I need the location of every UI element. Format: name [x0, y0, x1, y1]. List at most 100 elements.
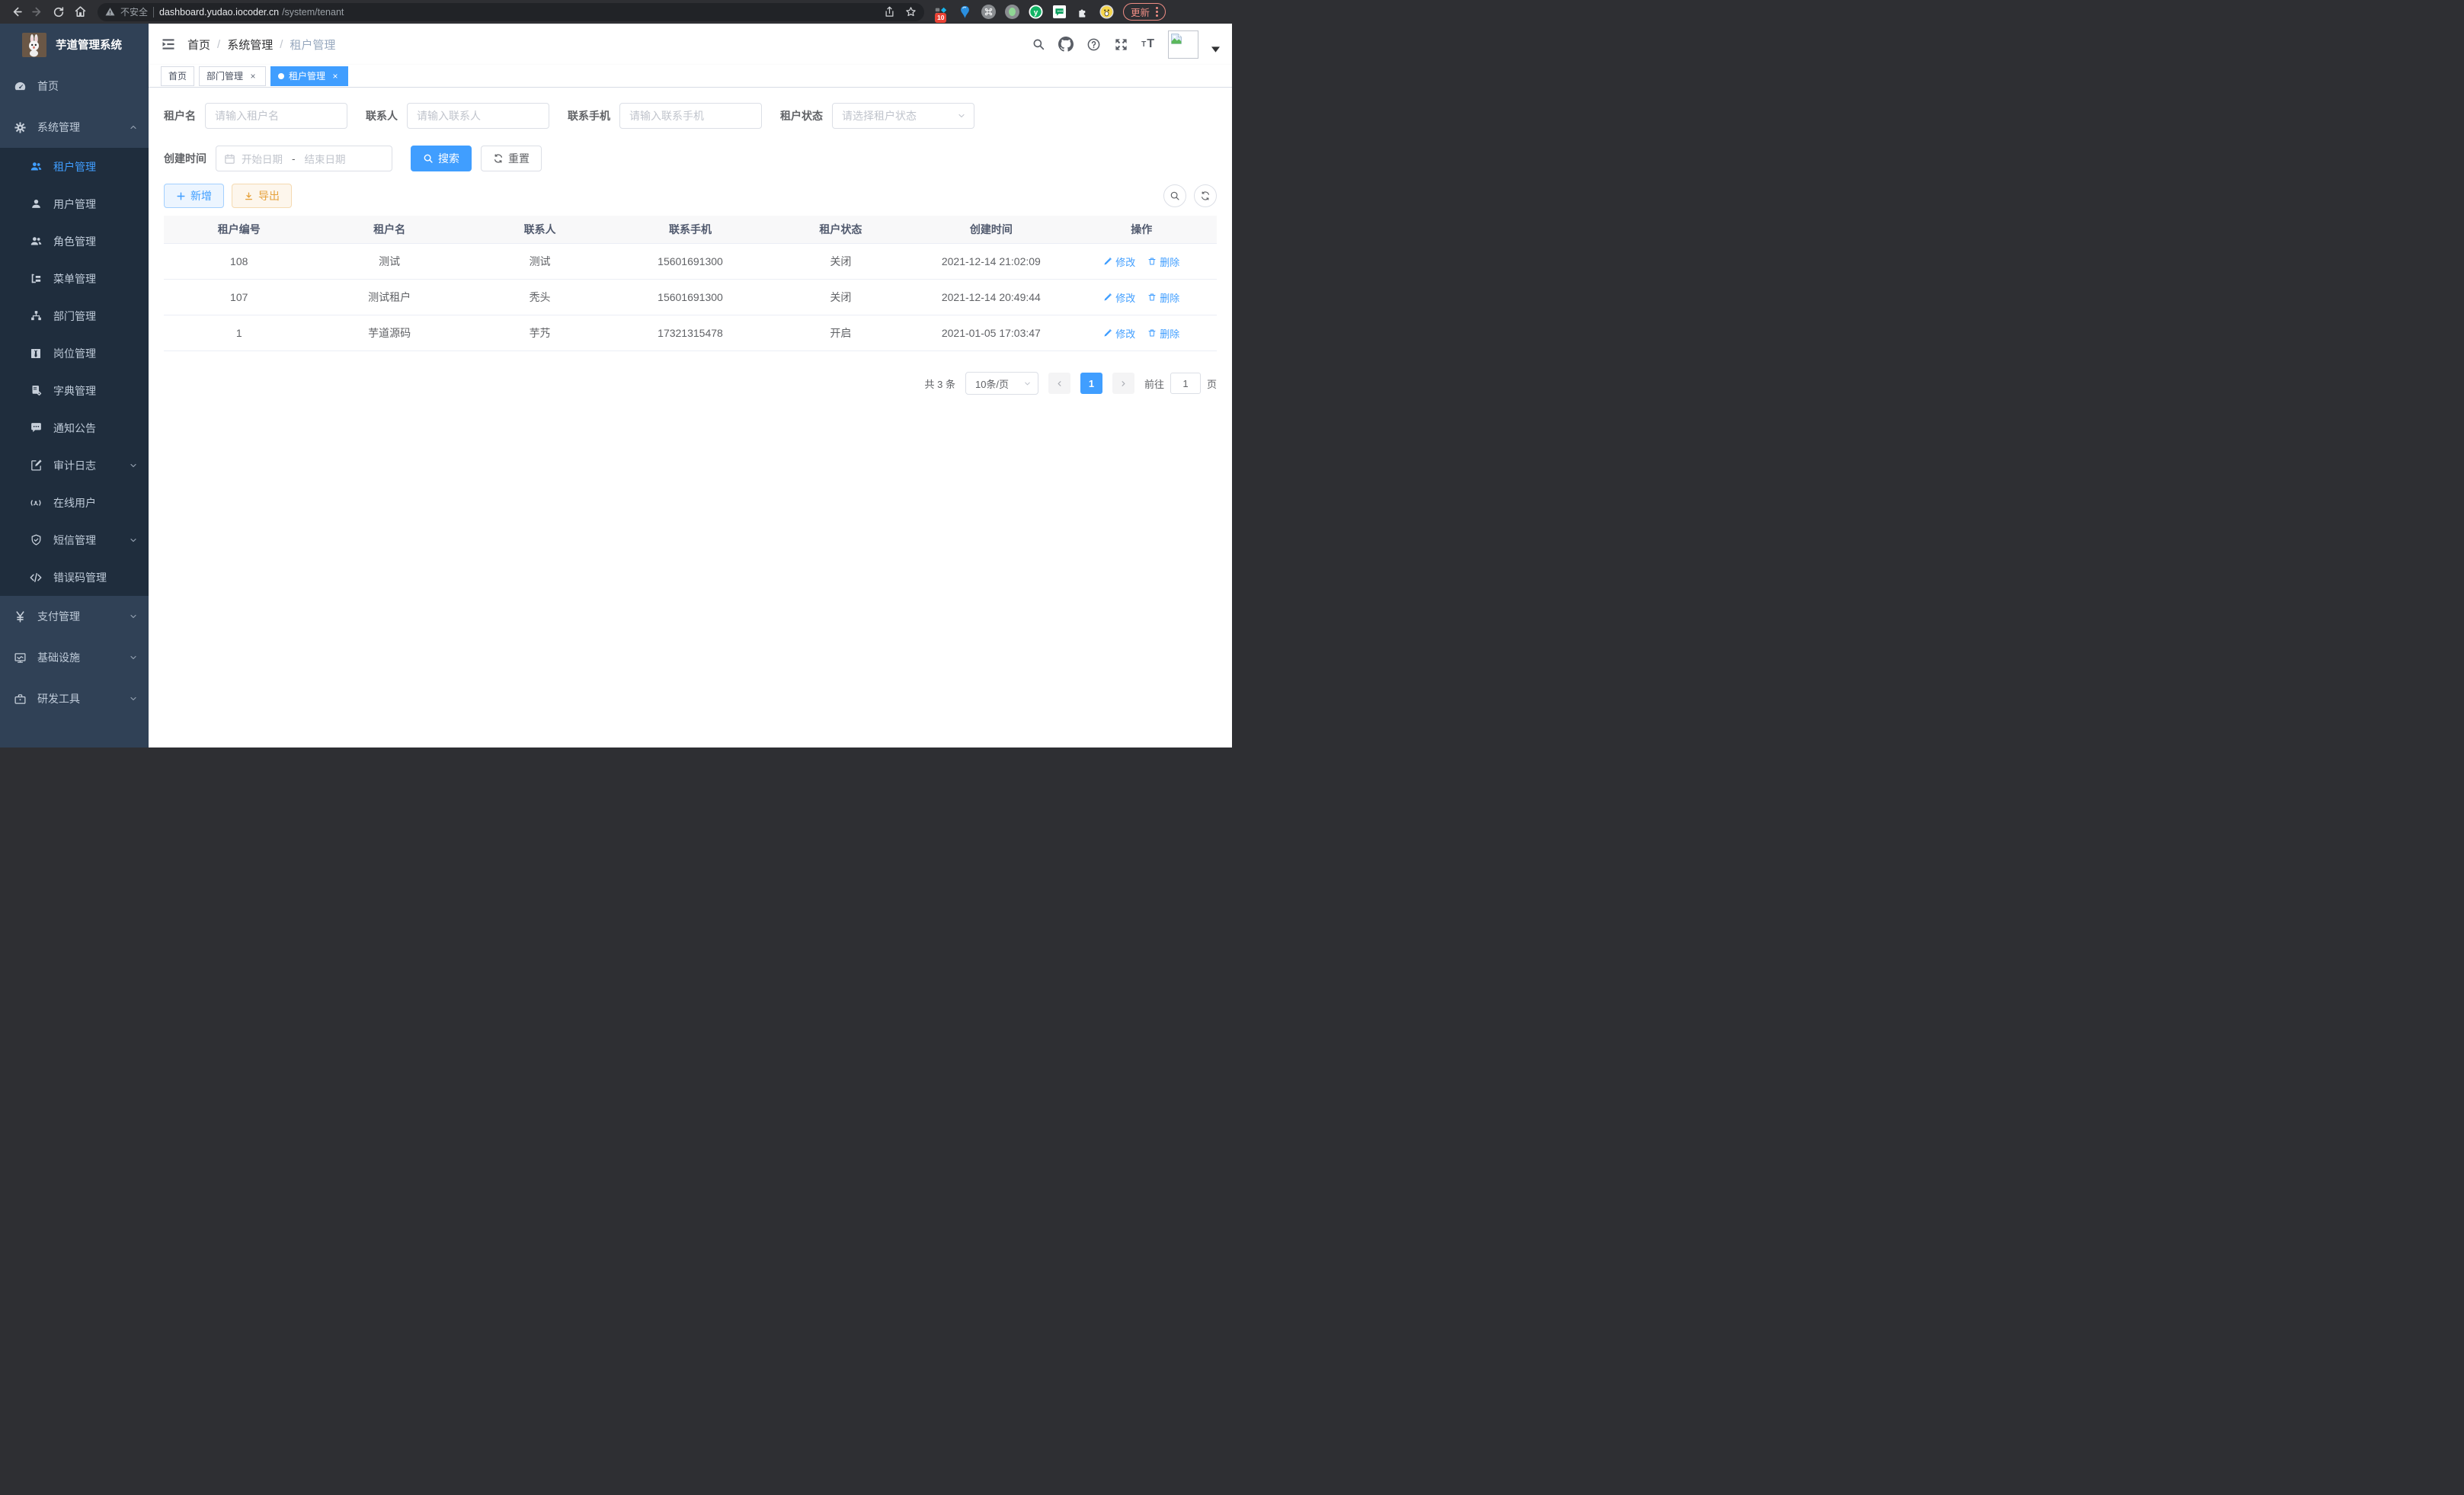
- date-range-picker[interactable]: 开始日期 - 结束日期: [216, 146, 392, 171]
- extension-command-icon[interactable]: [981, 5, 996, 20]
- sidebar-item-online-user[interactable]: 在线用户: [0, 484, 149, 521]
- sidebar-item-error-code[interactable]: 错误码管理: [0, 559, 149, 596]
- prev-page-button[interactable]: [1048, 373, 1070, 394]
- forward-icon[interactable]: [27, 2, 47, 22]
- breadcrumb-home[interactable]: 首页: [187, 37, 210, 53]
- breadcrumb-system[interactable]: 系统管理: [227, 37, 273, 53]
- profile-avatar-icon[interactable]: [1099, 5, 1114, 20]
- sidebar-item-menu[interactable]: 菜单管理: [0, 260, 149, 297]
- filter-label: 租户名: [164, 108, 196, 123]
- home-icon[interactable]: [70, 2, 90, 22]
- mobile-input[interactable]: [619, 103, 762, 129]
- app-logo-row[interactable]: 芋道管理系统: [0, 24, 149, 66]
- next-page-button[interactable]: [1112, 373, 1134, 394]
- roles-icon: [29, 235, 43, 248]
- sidebar-item-payment[interactable]: 支付管理: [0, 596, 149, 637]
- tenant-name-input[interactable]: [205, 103, 347, 129]
- sidebar-item-home[interactable]: 首页: [0, 66, 149, 107]
- download-icon: [244, 191, 254, 201]
- extensions-puzzle-icon[interactable]: [1075, 5, 1090, 20]
- trash-icon: [1147, 257, 1157, 266]
- sidebar-item-label: 基础设施: [37, 650, 80, 665]
- reload-icon[interactable]: [49, 2, 69, 22]
- chevron-down-icon: [129, 536, 138, 545]
- address-bar[interactable]: 不安全 dashboard.yudao.iocoder.cn/system/te…: [98, 3, 924, 21]
- status-select[interactable]: 请选择租户状态: [832, 103, 974, 129]
- cell-created: 2021-12-14 20:49:44: [916, 291, 1066, 303]
- sidebar-toggle-icon[interactable]: [161, 37, 176, 52]
- contact-input[interactable]: [407, 103, 549, 129]
- help-icon[interactable]: [1086, 37, 1101, 52]
- edit-button[interactable]: 修改: [1103, 326, 1135, 341]
- close-icon[interactable]: ×: [330, 71, 341, 82]
- search-icon[interactable]: [1032, 37, 1045, 51]
- filter-mobile: 联系手机: [568, 103, 762, 129]
- tag-label: 部门管理: [206, 69, 243, 82]
- search-button[interactable]: 搜索: [411, 146, 472, 171]
- add-button[interactable]: 新增: [164, 184, 224, 208]
- browser-menu-icon[interactable]: [1156, 7, 1158, 17]
- tag-home[interactable]: 首页: [161, 66, 194, 86]
- sidebar-item-dev-tools[interactable]: 研发工具: [0, 678, 149, 719]
- delete-button[interactable]: 删除: [1147, 255, 1179, 269]
- filter-tenant-name: 租户名: [164, 103, 347, 129]
- font-size-icon[interactable]: TT: [1141, 37, 1155, 51]
- browser-update-button[interactable]: 更新: [1123, 3, 1166, 21]
- export-button[interactable]: 导出: [232, 184, 292, 208]
- back-icon[interactable]: [6, 2, 26, 22]
- page-size-select[interactable]: 10条/页: [965, 372, 1038, 395]
- sidebar-item-user[interactable]: 用户管理: [0, 185, 149, 222]
- avatar[interactable]: [1168, 30, 1198, 59]
- table-row: 108 测试 测试 15601691300 关闭 2021-12-14 21:0…: [164, 244, 1217, 280]
- share-icon[interactable]: [884, 6, 895, 18]
- sidebar-item-label: 支付管理: [37, 609, 80, 624]
- tag-label: 首页: [168, 69, 187, 82]
- goto-page-input[interactable]: [1170, 373, 1201, 394]
- reset-button[interactable]: 重置: [481, 146, 542, 171]
- breadcrumb-separator: /: [280, 38, 283, 51]
- sidebar-item-sms[interactable]: 短信管理: [0, 521, 149, 559]
- delete-button[interactable]: 删除: [1147, 326, 1179, 341]
- select-placeholder: 请选择租户状态: [842, 108, 917, 123]
- cell-contact: 芋艿: [465, 325, 615, 341]
- bookmark-star-icon[interactable]: [905, 6, 917, 18]
- tag-tenant[interactable]: 租户管理 ×: [270, 66, 348, 86]
- github-icon[interactable]: [1058, 37, 1074, 52]
- hide-search-button[interactable]: [1163, 184, 1186, 207]
- broken-image-icon: [1170, 33, 1182, 45]
- infrastructure-icon: [13, 651, 27, 664]
- extension-circle-icon[interactable]: [1004, 5, 1019, 20]
- sidebar-item-label: 租户管理: [53, 159, 96, 174]
- page-1-button[interactable]: 1: [1080, 373, 1102, 394]
- sidebar-item-dept[interactable]: 部门管理: [0, 297, 149, 335]
- sidebar-item-role[interactable]: 角色管理: [0, 222, 149, 260]
- filter-contact: 联系人: [366, 103, 549, 129]
- tenant-table: 租户编号 租户名 联系人 联系手机 租户状态 创建时间 操作 108 测试 测试…: [164, 216, 1217, 351]
- fullscreen-icon[interactable]: [1114, 37, 1128, 52]
- extension-chat-icon[interactable]: [1051, 5, 1067, 20]
- sidebar-item-dict[interactable]: 字典管理: [0, 372, 149, 409]
- sidebar-item-post[interactable]: 岗位管理: [0, 335, 149, 372]
- sidebar-item-audit-log[interactable]: 审计日志: [0, 447, 149, 484]
- delete-button[interactable]: 删除: [1147, 290, 1179, 305]
- extension-pin-icon[interactable]: 10: [933, 5, 949, 20]
- extension-y-icon[interactable]: y: [1028, 5, 1043, 20]
- sidebar-item-system[interactable]: 系统管理: [0, 107, 149, 148]
- edit-button[interactable]: 修改: [1103, 290, 1135, 305]
- tag-dept[interactable]: 部门管理 ×: [199, 66, 266, 86]
- cell-contact: 测试: [465, 254, 615, 269]
- sidebar-item-tenant[interactable]: 租户管理: [0, 148, 149, 185]
- extension-balloon-icon[interactable]: [957, 5, 972, 20]
- sidebar: 芋道管理系统 首页 系统管理: [0, 24, 149, 748]
- export-button-label: 导出: [258, 188, 280, 203]
- edit-button[interactable]: 修改: [1103, 255, 1135, 269]
- sidebar-item-label: 在线用户: [53, 495, 96, 511]
- avatar-dropdown-caret-icon[interactable]: [1211, 36, 1220, 53]
- sidebar-item-label: 审计日志: [53, 458, 96, 473]
- sidebar-item-notice[interactable]: 通知公告: [0, 409, 149, 447]
- refresh-table-button[interactable]: [1194, 184, 1217, 207]
- warning-icon: [105, 7, 115, 17]
- close-icon[interactable]: ×: [248, 71, 258, 82]
- system-submenu: 租户管理 用户管理 角色管理: [0, 148, 149, 596]
- sidebar-item-infrastructure[interactable]: 基础设施: [0, 637, 149, 678]
